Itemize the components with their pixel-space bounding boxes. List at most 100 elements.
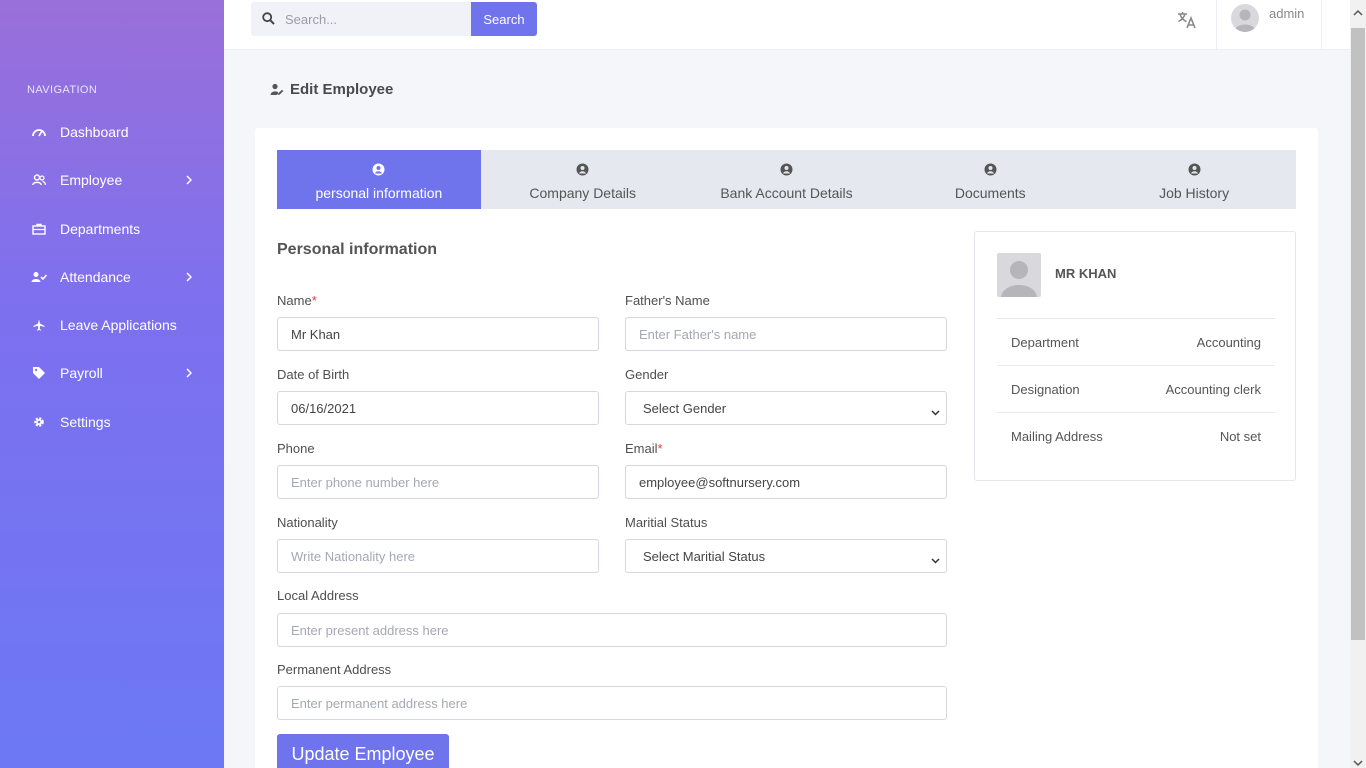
search-input[interactable]: [285, 2, 465, 36]
marital-status-select[interactable]: Select Maritial Status: [625, 539, 947, 573]
nationality-field[interactable]: [277, 539, 599, 573]
briefcase-icon: [31, 221, 47, 237]
chevron-right-icon: [184, 368, 194, 378]
profile-row-mailing-address: Mailing Address Not set: [997, 412, 1275, 459]
profile-summary-card: MR KHAN Department Accounting Designatio…: [974, 231, 1296, 481]
tab-bank-account-details[interactable]: Bank Account Details: [685, 150, 889, 209]
profile-row-designation: Designation Accounting clerk: [997, 365, 1275, 412]
user-check-icon: [31, 269, 47, 285]
sidebar-item-attendance[interactable]: Attendance: [0, 259, 224, 295]
chevron-right-icon: [184, 175, 194, 185]
page-title: Edit Employee: [270, 81, 393, 98]
sidebar-item-label: Attendance: [60, 269, 131, 285]
avatar: [997, 253, 1041, 297]
profile-row-value: Accounting: [1196, 335, 1261, 350]
tab-label: Job History: [1159, 185, 1230, 201]
user-menu[interactable]: admin: [1216, 0, 1322, 50]
update-employee-button[interactable]: Update Employee: [277, 734, 449, 768]
email-label-text: Email: [625, 441, 658, 456]
gender-label: Gender: [625, 367, 669, 382]
profile-name: MR KHAN: [1055, 266, 1117, 281]
chevron-down-icon: [931, 552, 940, 567]
chevron-right-icon: [184, 272, 194, 282]
father-name-field[interactable]: [625, 317, 947, 351]
search-box: [251, 2, 471, 36]
tab-label: Documents: [954, 185, 1026, 201]
user-circle-icon: [481, 163, 685, 176]
permanent-address-field[interactable]: [277, 686, 947, 720]
profile-row-value: Not set: [1219, 429, 1261, 444]
tab-personal-information[interactable]: personal information: [277, 150, 481, 209]
page-title-text: Edit Employee: [290, 81, 394, 98]
search-icon: [262, 12, 275, 30]
local-address-field[interactable]: [277, 613, 947, 647]
name-label-text: Name: [277, 293, 312, 308]
user-circle-icon: [888, 163, 1092, 176]
sidebar-item-label: Employee: [60, 172, 123, 188]
user-edit-icon: [270, 83, 284, 96]
translate-icon[interactable]: [1176, 9, 1198, 31]
topbar: Search admin: [224, 0, 1350, 50]
email-label: Email*: [625, 441, 663, 456]
dob-label: Date of Birth: [277, 367, 350, 382]
marital-status-select-value: Select Maritial Status: [643, 548, 766, 564]
dashboard-gauge-icon: [31, 124, 47, 140]
scroll-up-arrow-icon[interactable]: [1353, 4, 1363, 22]
local-address-label: Local Address: [277, 588, 359, 603]
father-name-label: Father's Name: [625, 293, 710, 308]
marital-status-label: Maritial Status: [625, 515, 708, 530]
sidebar-item-payroll[interactable]: Payroll: [0, 355, 224, 391]
search-button[interactable]: Search: [471, 2, 537, 36]
required-mark: *: [657, 441, 663, 456]
profile-row-value: Accounting clerk: [1165, 382, 1261, 397]
tab-company-details[interactable]: Company Details: [481, 150, 685, 209]
nationality-label: Nationality: [277, 515, 338, 530]
sidebar: NAVIGATION Dashboard Employee Department…: [0, 0, 224, 768]
user-circle-icon: [1092, 163, 1296, 176]
avatar: [1231, 4, 1259, 32]
user-circle-icon: [277, 163, 481, 176]
scrollbar[interactable]: [1350, 0, 1366, 768]
sidebar-item-label: Dashboard: [60, 124, 129, 140]
tab-job-history[interactable]: Job History: [1092, 150, 1296, 209]
name-field[interactable]: [277, 317, 599, 351]
gender-select[interactable]: Select Gender: [625, 391, 947, 425]
tab-documents[interactable]: Documents: [888, 150, 1092, 209]
sidebar-item-departments[interactable]: Departments: [0, 211, 224, 247]
gear-icon: [31, 414, 47, 430]
phone-field[interactable]: [277, 465, 599, 499]
name-label: Name*: [277, 293, 317, 308]
chevron-down-icon: [931, 404, 940, 419]
sidebar-item-label: Settings: [60, 414, 111, 430]
tab-label: Bank Account Details: [720, 185, 853, 201]
sidebar-item-label: Departments: [60, 221, 141, 237]
user-circle-icon: [685, 163, 889, 176]
sidebar-item-leave-applications[interactable]: Leave Applications: [0, 307, 224, 343]
permanent-address-label: Permanent Address: [277, 662, 392, 677]
nav-heading: NAVIGATION: [27, 84, 98, 96]
required-mark: *: [311, 293, 317, 308]
sidebar-item-label: Payroll: [60, 365, 103, 381]
dob-field[interactable]: [277, 391, 599, 425]
plane-icon: [31, 317, 47, 333]
gender-select-value: Select Gender: [643, 400, 727, 416]
phone-label: Phone: [277, 441, 315, 456]
sidebar-item-employee[interactable]: Employee: [0, 162, 224, 198]
tab-label: Company Details: [529, 185, 636, 201]
profile-row-department: Department Accounting: [997, 318, 1275, 365]
users-icon: [31, 172, 47, 188]
profile-row-key: Designation: [1011, 382, 1080, 397]
sidebar-item-label: Leave Applications: [60, 317, 177, 333]
sidebar-item-dashboard[interactable]: Dashboard: [0, 114, 224, 150]
section-title: Personal information: [277, 241, 438, 258]
profile-row-key: Department: [1011, 335, 1079, 350]
email-field[interactable]: [625, 465, 947, 499]
profile-row-key: Mailing Address: [1011, 429, 1103, 444]
user-name: admin: [1269, 6, 1305, 21]
tab-bar: personal information Company Details Ban…: [277, 150, 1296, 209]
scroll-down-arrow-icon[interactable]: [1353, 754, 1363, 768]
sidebar-item-settings[interactable]: Settings: [0, 404, 224, 440]
tab-label: personal information: [315, 185, 443, 201]
scrollbar-thumb[interactable]: [1351, 28, 1365, 640]
tag-icon: [31, 365, 47, 381]
